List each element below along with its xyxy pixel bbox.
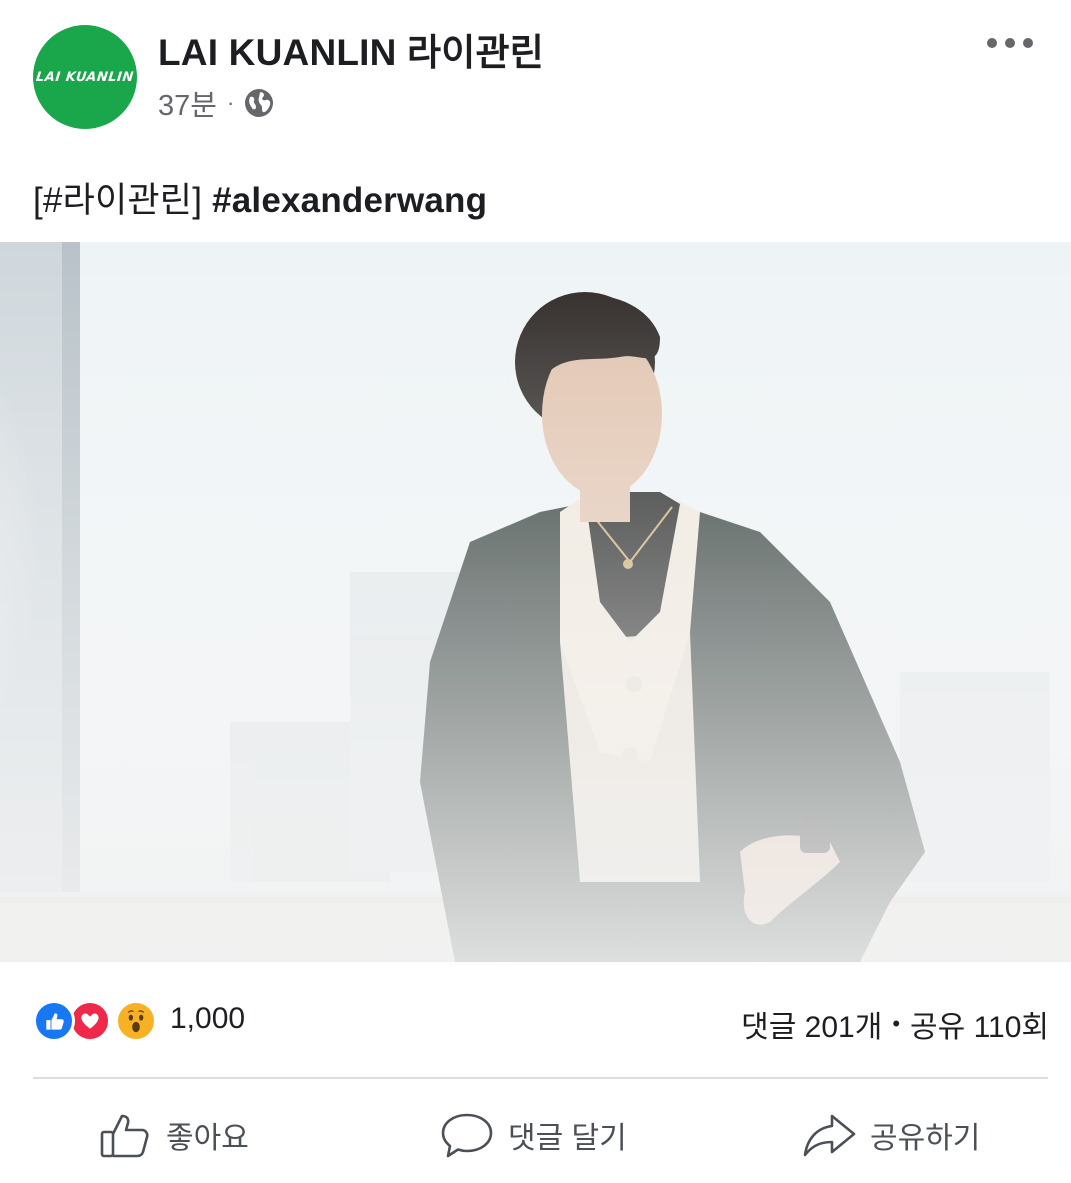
more-dot bbox=[987, 38, 997, 48]
share-count[interactable]: 공유 110회 bbox=[910, 1002, 1049, 1046]
more-dot bbox=[1005, 38, 1015, 48]
like-button[interactable]: 좋아요 bbox=[98, 1105, 249, 1165]
comment-count[interactable]: 댓글 201개 bbox=[741, 1002, 882, 1046]
share-arrow-icon bbox=[803, 1114, 856, 1157]
hashtag-alexanderwang[interactable]: #alexanderwang bbox=[212, 181, 487, 220]
avatar[interactable]: LAI KUANLIN bbox=[33, 25, 137, 129]
more-dot bbox=[1023, 38, 1033, 48]
post-text: [#라이관린] #alexanderwang bbox=[33, 172, 487, 223]
reaction-icons[interactable] bbox=[33, 1000, 163, 1044]
photo-illustration bbox=[0, 242, 1071, 962]
avatar-logo-text: LAI KUANLIN bbox=[35, 69, 135, 85]
like-label: 좋아요 bbox=[166, 1122, 249, 1155]
thumbs-up-icon bbox=[100, 1114, 149, 1158]
action-bar: 좋아요 댓글 달기 공유하기 bbox=[0, 1095, 1071, 1183]
hashtag-lai-kuanlin[interactable]: [#라이관린] bbox=[33, 181, 202, 220]
more-icon[interactable] bbox=[987, 30, 1033, 56]
share-label: 공유하기 bbox=[870, 1122, 981, 1155]
globe-icon[interactable] bbox=[244, 88, 274, 118]
comment-bubble-icon bbox=[441, 1113, 493, 1158]
reaction-count[interactable]: 1,000 bbox=[170, 1002, 245, 1036]
post-meta: 37분 · bbox=[158, 82, 274, 124]
stats-separator: • bbox=[892, 1011, 901, 1036]
like-reaction-icon bbox=[33, 1000, 75, 1042]
post-header: LAI KUANLIN LAI KUANLIN 라이관린 37분 · bbox=[0, 0, 1071, 140]
divider bbox=[33, 1077, 1048, 1079]
meta-separator: · bbox=[226, 90, 235, 115]
comment-button[interactable]: 댓글 달기 bbox=[440, 1105, 627, 1165]
page-name[interactable]: LAI KUANLIN 라이관린 bbox=[158, 22, 544, 76]
comment-share-stats: 댓글 201개 • 공유 110회 bbox=[741, 1002, 1049, 1046]
post-time[interactable]: 37분 bbox=[158, 82, 217, 124]
share-button[interactable]: 공유하기 bbox=[802, 1105, 980, 1165]
wow-reaction-icon bbox=[115, 1000, 157, 1042]
post-photo[interactable] bbox=[0, 242, 1071, 962]
comment-label: 댓글 달기 bbox=[508, 1122, 627, 1155]
love-reaction-icon bbox=[69, 1000, 111, 1042]
post-stats: 1,000 댓글 201개 • 공유 110회 bbox=[0, 990, 1071, 1050]
